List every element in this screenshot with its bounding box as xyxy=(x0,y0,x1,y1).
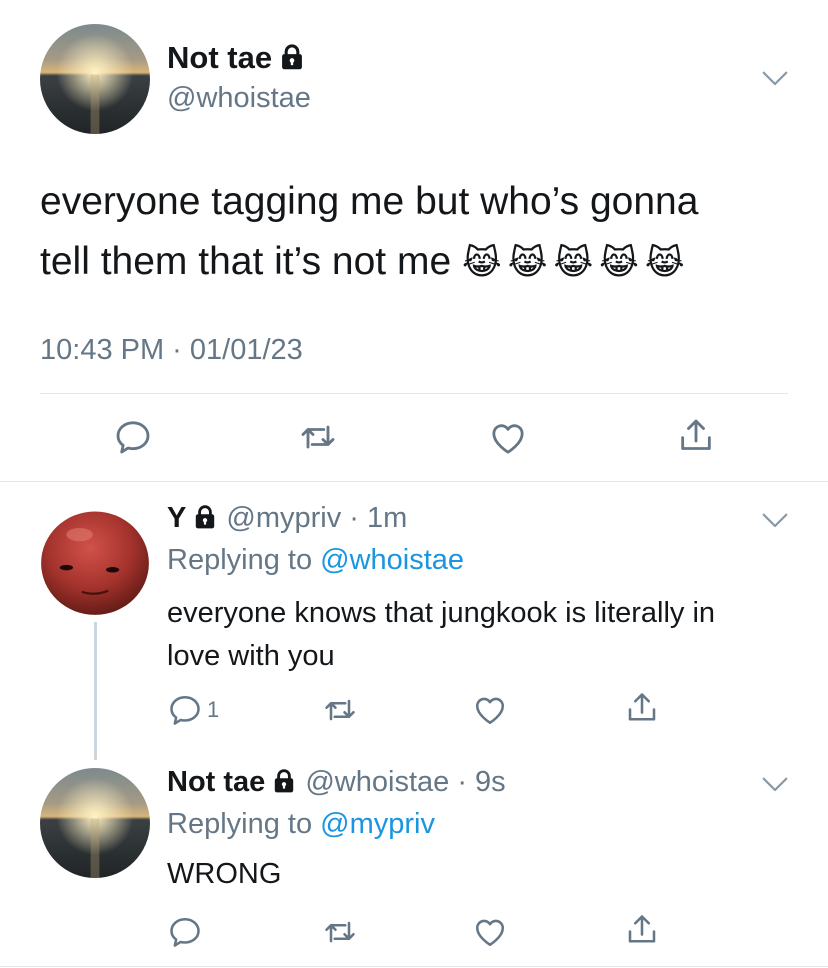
like-icon xyxy=(472,692,508,728)
share-button[interactable] xyxy=(624,912,660,948)
replying-to-label: Replying to xyxy=(167,544,313,576)
share-icon xyxy=(676,416,716,456)
display-name[interactable]: Y xyxy=(167,502,186,534)
divider xyxy=(40,393,788,394)
retweet-icon xyxy=(298,417,338,457)
red-face-avatar-image xyxy=(40,506,150,616)
reply-icon xyxy=(113,417,153,457)
crying-cat-emojis: 😹😹😹😹😹 xyxy=(461,244,691,282)
handle[interactable]: @whoistae xyxy=(167,82,311,115)
reply-button[interactable] xyxy=(167,914,203,950)
display-name[interactable]: Not tae xyxy=(167,766,265,798)
retweet-button[interactable] xyxy=(298,417,338,457)
sunset-avatar-image xyxy=(40,24,150,134)
retweet-icon xyxy=(322,914,358,950)
share-button[interactable] xyxy=(624,690,660,726)
retweet-icon xyxy=(322,692,358,728)
timestamp[interactable]: 10:43 PM · 01/01/23 xyxy=(40,334,303,367)
reply-icon xyxy=(167,914,203,950)
reply-header: Y @mypriv · 1m xyxy=(167,502,407,535)
avatar[interactable] xyxy=(40,506,150,616)
reply-text: WRONG xyxy=(167,858,282,890)
lock-icon xyxy=(271,768,297,794)
like-button[interactable] xyxy=(488,418,528,458)
avatar[interactable] xyxy=(40,768,150,878)
reply-icon xyxy=(167,692,203,728)
thread-line xyxy=(94,622,97,760)
time-ago[interactable]: · 9s xyxy=(457,766,505,798)
share-icon xyxy=(624,690,660,726)
like-icon xyxy=(472,914,508,950)
reply-count: 1 xyxy=(207,697,220,722)
reply-button[interactable]: 1 xyxy=(167,692,219,728)
lock-icon xyxy=(278,43,306,71)
share-icon xyxy=(624,912,660,948)
chevron-down-icon[interactable] xyxy=(760,770,790,800)
reply-text: everyone knows that jungkook is literall… xyxy=(167,592,715,678)
replying-to-label: Replying to xyxy=(167,808,313,840)
retweet-button[interactable] xyxy=(322,914,358,950)
share-button[interactable] xyxy=(676,416,716,456)
tweet-text-line-1: everyone tagging me but who’s gonna xyxy=(40,180,699,223)
handle[interactable]: @whoistae xyxy=(305,766,449,798)
display-name[interactable]: Not tae xyxy=(167,40,272,75)
reply-header: Not tae @whoistae · 9s xyxy=(167,766,506,799)
tweet-text-line-2: tell them that it’s not me xyxy=(40,240,452,283)
section-divider xyxy=(0,481,828,482)
bottom-divider xyxy=(0,966,828,967)
replying-to: Replying to @mypriv xyxy=(167,808,435,841)
retweet-button[interactable] xyxy=(322,692,358,728)
reply-text-line-2: love with you xyxy=(167,640,335,672)
handle[interactable]: @mypriv xyxy=(226,502,341,534)
time-ago[interactable]: · 1m xyxy=(349,502,407,534)
replying-to-link[interactable]: @whoistae xyxy=(320,544,464,576)
chevron-down-icon[interactable] xyxy=(760,64,790,94)
like-button[interactable] xyxy=(472,914,508,950)
reply-button[interactable] xyxy=(113,417,153,457)
like-icon xyxy=(488,418,528,458)
sunset-avatar-image xyxy=(40,768,150,878)
avatar[interactable] xyxy=(40,24,150,134)
like-button[interactable] xyxy=(472,692,508,728)
chevron-down-icon[interactable] xyxy=(760,506,790,536)
lock-icon xyxy=(192,504,218,530)
replying-to-link[interactable]: @mypriv xyxy=(320,808,435,840)
replying-to: Replying to @whoistae xyxy=(167,544,464,577)
tweet-text: everyone tagging me but who’s gonna tell… xyxy=(40,172,698,293)
reply-text-line-1: everyone knows that jungkook is literall… xyxy=(167,597,716,629)
